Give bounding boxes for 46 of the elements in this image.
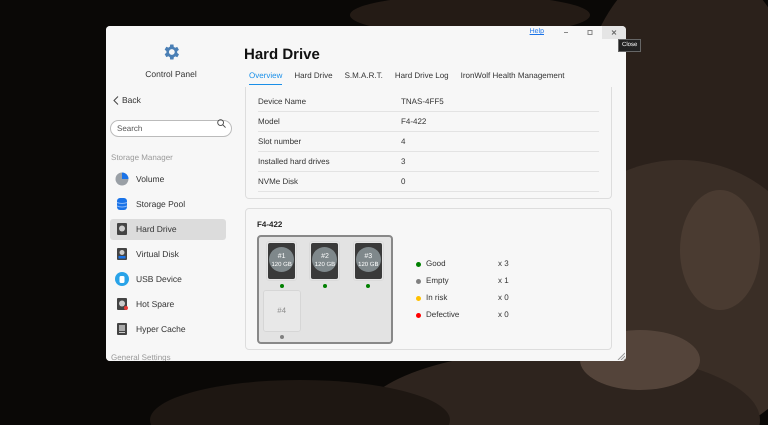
- enclosure-title: F4-422: [257, 219, 284, 231]
- search-icon: [217, 118, 226, 128]
- legend-label: Empty: [426, 275, 450, 287]
- sidebar-item[interactable]: Volume: [110, 168, 226, 190]
- info-label: NVMe Disk: [258, 176, 300, 188]
- legend-count: x 0: [498, 309, 509, 321]
- info-value: 0: [401, 176, 406, 188]
- page-title: Hard Drive: [244, 46, 321, 64]
- chevron-left-icon: [113, 96, 119, 105]
- legend-label: Good: [426, 258, 447, 270]
- legend-label: In risk: [426, 292, 448, 304]
- info-value: 4: [401, 136, 406, 148]
- tab[interactable]: IronWolf Health Management: [460, 70, 565, 85]
- info-value: F4-422: [401, 116, 426, 128]
- info-value: TNAS-4FF5: [401, 96, 444, 108]
- hard-drive-icon: [115, 222, 129, 236]
- sidebar-item[interactable]: Storage Pool: [110, 194, 226, 214]
- tab[interactable]: S.M.A.R.T.: [344, 70, 383, 85]
- tab[interactable]: Hard Drive Log: [394, 70, 449, 85]
- info-label: Installed hard drives: [258, 156, 331, 168]
- legend-label: Defective: [426, 309, 460, 321]
- sidebar-item[interactable]: Virtual Disk: [110, 244, 226, 264]
- sidebar-item[interactable]: Hot Spare: [110, 294, 226, 314]
- tab[interactable]: Hard Drive: [294, 70, 333, 85]
- info-label: Model: [258, 116, 281, 128]
- info-value: 3: [401, 156, 406, 168]
- legend-count: x 3: [498, 258, 509, 270]
- resize-grip-icon[interactable]: [617, 352, 625, 360]
- database-icon: [115, 197, 129, 211]
- back-button[interactable]: Back: [110, 94, 141, 106]
- info-label: Slot number: [258, 136, 302, 148]
- cache-drive-icon: [115, 322, 129, 336]
- section-heading: Storage Manager: [110, 152, 174, 164]
- legend-count: x 0: [498, 292, 509, 304]
- legend-count: x 1: [498, 275, 509, 287]
- info-label: Device Name: [258, 96, 308, 108]
- slot-number: #4: [277, 305, 286, 317]
- sidebar-item[interactable]: USB Device: [110, 268, 226, 290]
- usb-drive-icon: [115, 272, 129, 286]
- section-heading: General Settings: [110, 352, 172, 361]
- sidebar-item[interactable]: Hard Drive: [110, 218, 226, 240]
- sidebar-item[interactable]: Hyper Cache: [110, 318, 226, 340]
- close-icon[interactable]: [602, 26, 626, 39]
- app-title: Control Panel: [145, 68, 197, 81]
- pie-chart-icon: [115, 172, 129, 186]
- search-field[interactable]: Search: [110, 120, 232, 136]
